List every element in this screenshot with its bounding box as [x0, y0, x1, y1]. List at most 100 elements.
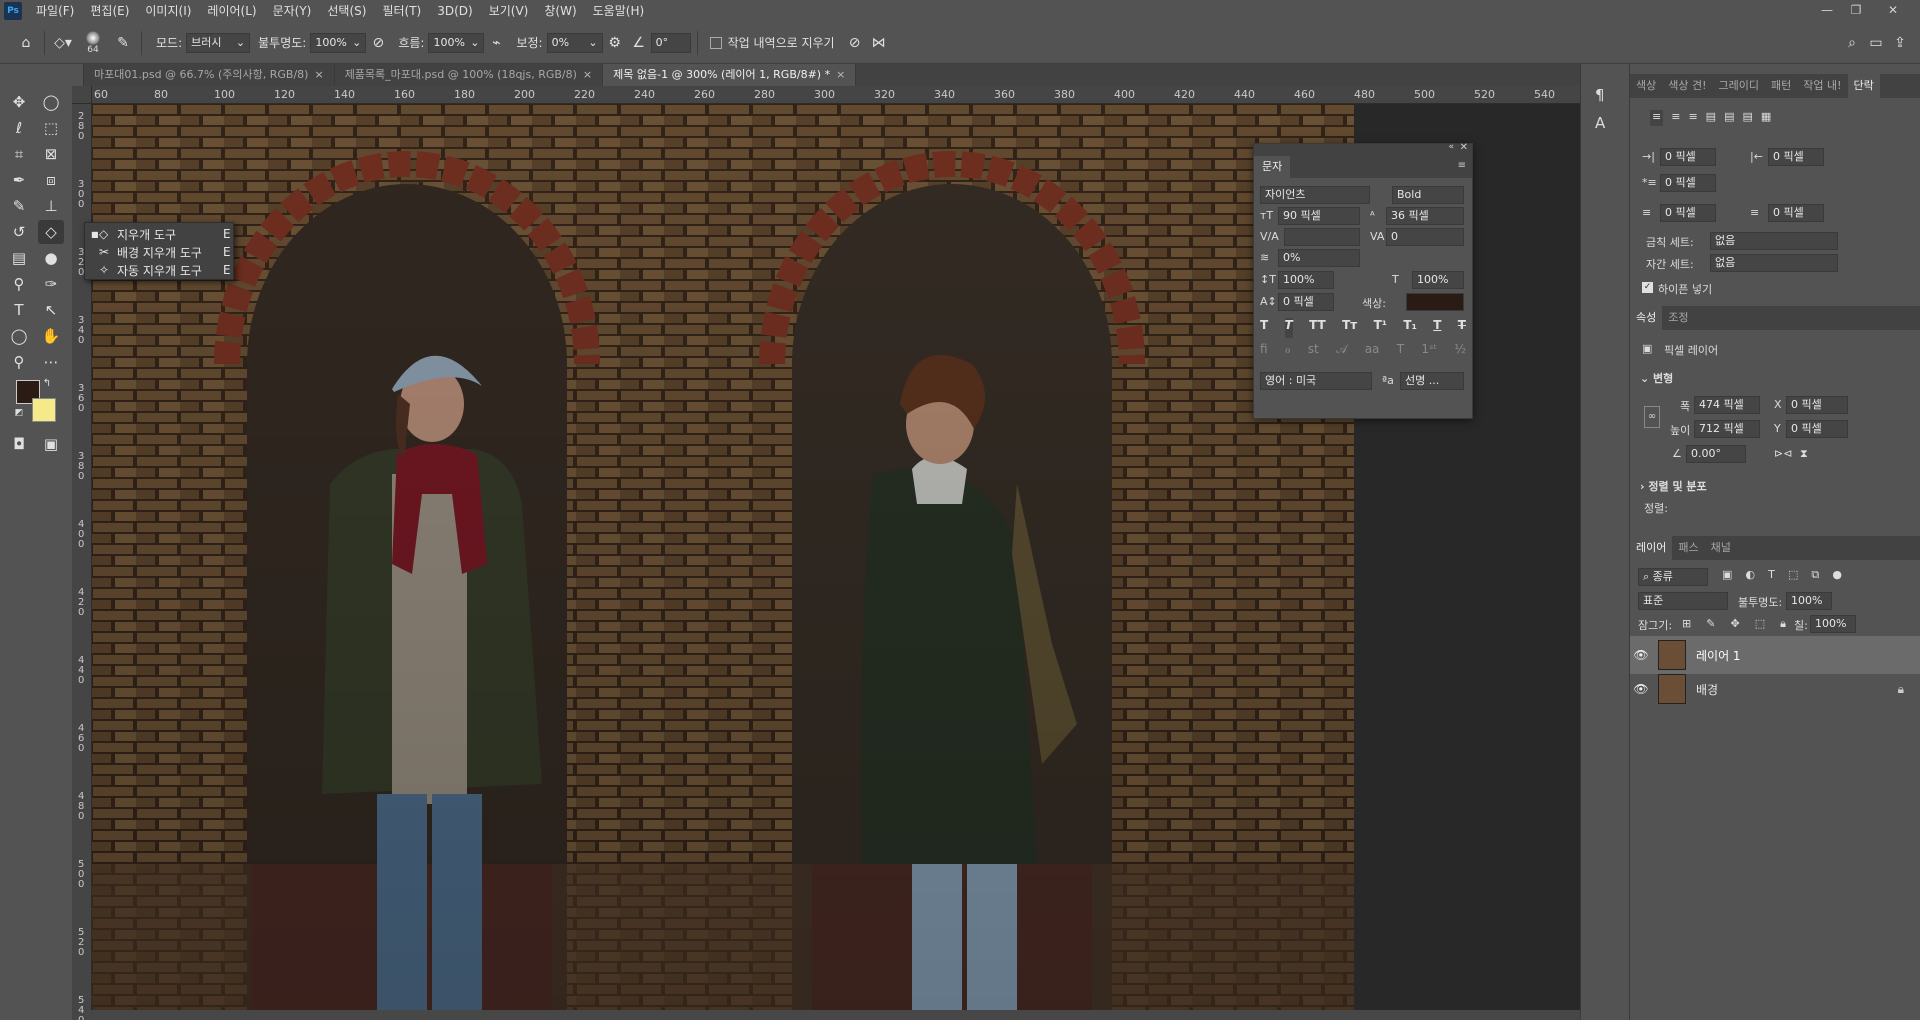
swash-icon[interactable]: 𝒜	[1336, 342, 1347, 362]
indent-right-input[interactable]: 0 픽셀	[1768, 148, 1824, 166]
gradient-tool-icon[interactable]: ▤	[6, 246, 32, 270]
gear-icon[interactable]: ⚙	[603, 31, 627, 55]
character-panel-icon[interactable]: A	[1595, 114, 1605, 132]
font-family-select[interactable]: 자이언츠	[1260, 186, 1370, 204]
blur-tool-icon[interactable]: ●	[38, 246, 64, 270]
menu-file[interactable]: 파일(F)	[28, 0, 82, 22]
fill-input[interactable]: 100%	[1810, 615, 1856, 633]
menu-window[interactable]: 창(W)	[536, 0, 584, 22]
share-icon[interactable]: ⇪	[1888, 31, 1912, 55]
language-select[interactable]: 영어 : 미국	[1260, 372, 1372, 390]
angle-input[interactable]: 0°	[650, 32, 691, 53]
menu-3d[interactable]: 3D(D)	[429, 0, 480, 22]
eraser-tool-icon[interactable]: ◇	[38, 220, 64, 244]
restore-icon[interactable]: ❐	[1843, 0, 1869, 22]
tab-paragraph[interactable]: 단락	[1847, 74, 1880, 98]
space-after-input[interactable]: 0 픽셀	[1768, 204, 1824, 222]
menu-layer[interactable]: 레이어(L)	[199, 0, 264, 22]
menu-image[interactable]: 이미지(I)	[137, 0, 199, 22]
tab-product-list[interactable]: 제품목록_마포대.psd @ 100% (18qjs, RGB/8) ×	[335, 64, 604, 86]
erase-history-checkbox[interactable]	[709, 36, 722, 49]
zoom-tool-icon[interactable]: ⚲	[6, 350, 32, 374]
transform-section-title[interactable]: ⌄ 변형	[1640, 370, 1673, 386]
layer-row-background[interactable]: 👁︎ 배경 🔒︎	[1630, 670, 1920, 708]
close-icon[interactable]: ×	[836, 68, 845, 81]
superscript-icon[interactable]: T¹	[1374, 318, 1387, 338]
crop-tool-icon[interactable]: ⌗	[6, 142, 32, 166]
more-tools-icon[interactable]: ⋯	[38, 350, 64, 374]
justify-last-right-icon[interactable]: ▤	[1742, 110, 1752, 126]
frame-tool-icon[interactable]: ⊠	[38, 142, 64, 166]
tab-gradients[interactable]: 그레이디	[1713, 74, 1765, 98]
elliptical-marquee-icon[interactable]: ◯	[38, 90, 64, 114]
tab-mapo-psd[interactable]: 마포대01.psd @ 66.7% (주의사항, RGB/8) ×	[84, 64, 335, 86]
filter-adjust-icon[interactable]: ◐	[1745, 568, 1755, 586]
hyphenate-checkbox[interactable]: ✓	[1642, 282, 1653, 293]
tab-color[interactable]: 색상	[1630, 74, 1662, 98]
ruler-origin[interactable]	[72, 86, 92, 104]
patch-tool-icon[interactable]: ⧈	[38, 168, 64, 192]
horizontal-scale-input[interactable]: 100%	[1412, 271, 1464, 289]
close-icon[interactable]: ×	[583, 68, 592, 81]
justify-last-center-icon[interactable]: ▤	[1724, 110, 1734, 126]
pen-tool-icon[interactable]: ✑	[38, 272, 64, 296]
swap-colors-icon[interactable]: ↰	[40, 376, 54, 390]
eye-icon[interactable]: 👁︎	[1630, 682, 1652, 696]
photo-image[interactable]	[92, 104, 1354, 1010]
tracking-input[interactable]: 0	[1386, 228, 1464, 246]
close-icon[interactable]: ✕	[1460, 142, 1468, 153]
hand-tool-icon[interactable]: ✋	[38, 324, 64, 348]
stylistic-icon[interactable]: st	[1308, 342, 1319, 362]
layer-filter-select[interactable]: ⌕ 종류	[1638, 568, 1708, 586]
tab-layers[interactable]: 레이어	[1630, 536, 1673, 560]
paragraph-panel-icon[interactable]: ¶	[1595, 86, 1605, 104]
smoothing-input[interactable]: 0% ⌄	[546, 32, 603, 53]
x-input[interactable]: 0 픽셀	[1786, 396, 1848, 414]
filter-type-icon[interactable]: T	[1768, 568, 1775, 586]
eraser-preset-icon[interactable]: ◇▾	[51, 31, 75, 55]
menu-help[interactable]: 도움말(H)	[585, 0, 653, 22]
link-icon[interactable]: ∞	[1644, 406, 1660, 428]
tab-paths[interactable]: 패스	[1672, 536, 1704, 560]
font-size-input[interactable]: 90 픽셀	[1278, 207, 1360, 225]
path-select-icon[interactable]: ↖	[38, 298, 64, 322]
justify-all-icon[interactable]: ▦	[1761, 110, 1771, 126]
all-caps-icon[interactable]: TT	[1309, 318, 1326, 338]
strikethrough-icon[interactable]: T	[1458, 318, 1466, 338]
history-brush-icon[interactable]: ↺	[6, 220, 32, 244]
align-center-icon[interactable]: ≡	[1671, 110, 1680, 126]
flip-vertical-icon[interactable]: ⧗	[1800, 447, 1808, 461]
collapse-icon[interactable]: «	[1448, 142, 1454, 152]
lock-transparent-icon[interactable]: ⊞	[1682, 617, 1691, 631]
subscript-icon[interactable]: T₁	[1403, 318, 1416, 338]
lock-artboard-icon[interactable]: ⬚	[1755, 617, 1765, 631]
eye-icon[interactable]: 👁︎	[1630, 648, 1652, 662]
indent-first-input[interactable]: 0 픽셀	[1660, 174, 1716, 192]
titling-icon[interactable]: aa	[1365, 342, 1380, 362]
discretionary-icon[interactable]: ℴ	[1285, 342, 1291, 362]
quick-mask-icon[interactable]: ◘	[6, 432, 32, 456]
baseline-shift-input[interactable]: 0 픽셀	[1278, 293, 1334, 311]
filter-pixel-icon[interactable]: ▣	[1722, 568, 1732, 586]
text-color-swatch[interactable]	[1406, 293, 1464, 311]
blend-mode-select[interactable]: 표준	[1638, 592, 1728, 610]
justify-last-left-icon[interactable]: ▤	[1706, 110, 1716, 126]
ordinal-st-icon[interactable]: 1ˢᵗ	[1421, 342, 1437, 362]
tab-actions[interactable]: 작업 내!	[1797, 74, 1847, 98]
lock-image-icon[interactable]: ✎	[1706, 617, 1715, 631]
tsume-input[interactable]: 0%	[1278, 249, 1360, 267]
fractions-icon[interactable]: ½	[1454, 342, 1466, 362]
lasso-tool-icon[interactable]: ℓ	[6, 116, 32, 140]
antialias-select[interactable]: 선명 ...	[1400, 372, 1464, 390]
y-input[interactable]: 0 픽셀	[1786, 420, 1848, 438]
airbrush-icon[interactable]: ⌁	[484, 31, 508, 55]
mojikumi-select[interactable]: 없음	[1710, 254, 1838, 272]
background-eraser-option[interactable]: ✂ 배경 지우개 도구 E	[91, 243, 231, 261]
rotation-input[interactable]: 0.00°	[1686, 445, 1746, 463]
kerning-input[interactable]	[1284, 228, 1360, 246]
screen-mode-icon[interactable]: ▣	[38, 432, 64, 456]
menu-edit[interactable]: 편집(E)	[82, 0, 137, 22]
close-icon[interactable]: ×	[314, 68, 323, 81]
symmetry-icon[interactable]: ⋈	[867, 31, 891, 55]
lock-position-icon[interactable]: ✥	[1730, 617, 1739, 631]
